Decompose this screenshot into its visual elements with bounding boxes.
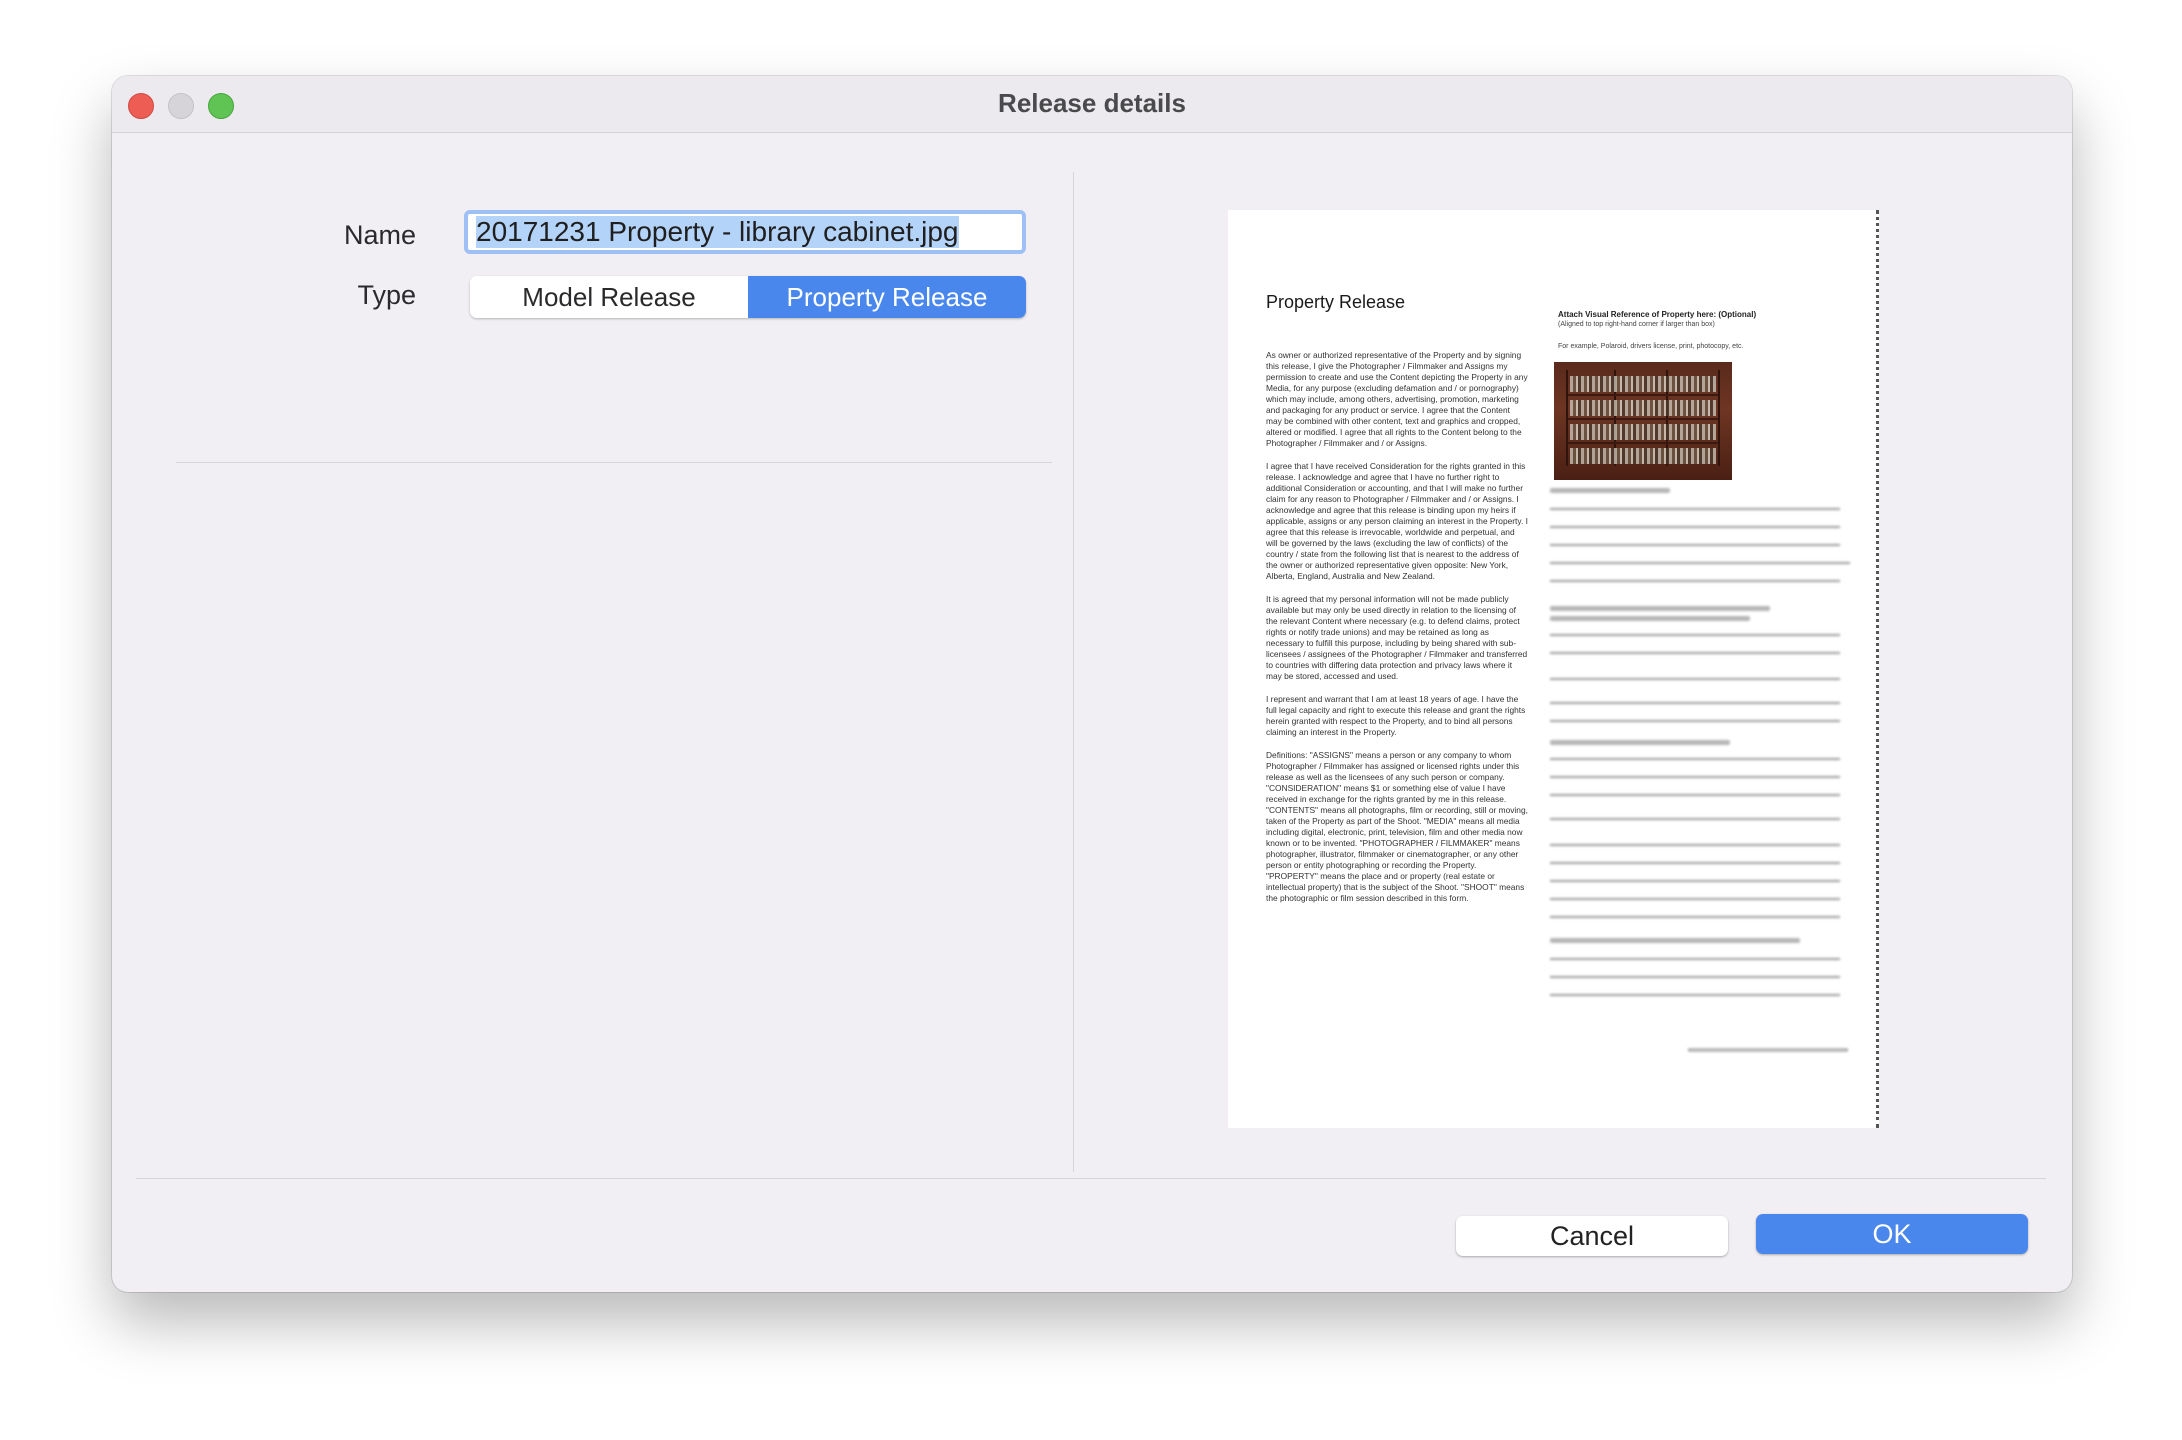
attach-example: For example, Polaroid, drivers license, … (1558, 343, 1744, 350)
name-label: Name (343, 220, 416, 250)
type-segmented-control: Model Release Property Release (470, 276, 1026, 318)
attach-title: Attach Visual Reference of Property here… (1558, 310, 1757, 319)
doc-paragraph: It is agreed that my personal informatio… (1266, 594, 1528, 681)
release-document-preview: Property Release As owner or authorized … (1228, 210, 1879, 1128)
doc-title: Property Release (1266, 292, 1406, 312)
doc-paragraph: Definitions: "ASSIGNS" means a person or… (1266, 750, 1528, 903)
release-details-window: Release details Name Type Model Release … (112, 76, 2072, 1292)
ok-button[interactable]: OK (1756, 1214, 2028, 1254)
form-separator (176, 462, 1052, 463)
attach-subtitle: (Aligned to top right-hand corner if lar… (1558, 321, 1715, 328)
doc-body: As owner or authorized representative of… (1266, 350, 1528, 916)
filled-form-fields (1550, 488, 1850, 1008)
doc-paragraph: I agree that I have received Considerati… (1266, 461, 1528, 581)
model-release-option[interactable]: Model Release (470, 276, 748, 318)
type-label: Type (357, 280, 416, 310)
doc-paragraph: I represent and warrant that I am at lea… (1266, 694, 1526, 737)
pane-divider (1073, 172, 1074, 1172)
property-release-option[interactable]: Property Release (748, 276, 1026, 318)
name-input[interactable] (464, 210, 1026, 254)
doc-paragraph: As owner or authorized representative of… (1266, 350, 1528, 448)
footer-separator (136, 1178, 2046, 1179)
title-bar: Release details (112, 76, 2072, 133)
property-photo (1554, 362, 1732, 480)
window-title: Release details (998, 88, 1186, 118)
doc-footer (1688, 1048, 1848, 1052)
cancel-button[interactable]: Cancel (1456, 1216, 1728, 1256)
